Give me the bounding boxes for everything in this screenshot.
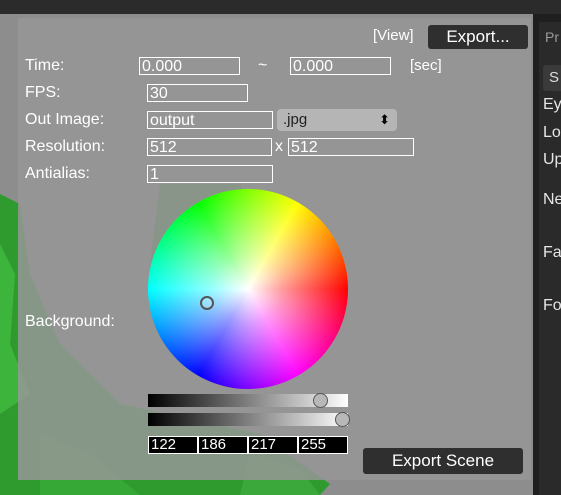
chevron-updown-icon: ⬍ bbox=[379, 112, 390, 127]
format-selected-label: .jpg bbox=[283, 111, 308, 128]
resolution-height-input[interactable]: 512 bbox=[288, 138, 414, 156]
color-wheel-handle[interactable] bbox=[200, 296, 214, 310]
view-label[interactable]: [View] bbox=[373, 27, 414, 44]
export-button[interactable]: Export... bbox=[428, 25, 528, 49]
time-separator: ~ bbox=[258, 57, 268, 74]
color-wheel[interactable] bbox=[148, 189, 348, 389]
properties-panel: Pr S Ey Lo Up Ne Fa Fo bbox=[533, 14, 561, 495]
antialias-label: Antialias: bbox=[25, 165, 90, 182]
title-bar bbox=[0, 0, 561, 14]
properties-button[interactable]: S bbox=[543, 65, 561, 91]
fov-label: Fo bbox=[543, 297, 561, 314]
brightness-slider-knob[interactable] bbox=[312, 393, 328, 408]
fps-input[interactable]: 30 bbox=[147, 84, 248, 102]
up-label: Up bbox=[543, 151, 561, 168]
eye-label: Ey bbox=[543, 96, 561, 113]
alpha-slider-knob[interactable] bbox=[335, 412, 350, 427]
resolution-width-input[interactable]: 512 bbox=[147, 138, 272, 156]
blue-value-input[interactable]: 217 bbox=[248, 436, 298, 454]
background-label: Background: bbox=[25, 313, 115, 330]
export-scene-button[interactable]: Export Scene bbox=[363, 448, 523, 474]
fps-label: FPS: bbox=[25, 84, 61, 101]
resolution-label: Resolution: bbox=[25, 138, 106, 155]
alpha-value-input[interactable]: 255 bbox=[298, 436, 348, 454]
format-select[interactable]: .jpg ⬍ bbox=[277, 109, 397, 131]
look-label: Lo bbox=[543, 124, 561, 141]
antialias-input[interactable]: 1 bbox=[147, 165, 273, 183]
green-value-input[interactable]: 186 bbox=[198, 436, 248, 454]
alpha-slider[interactable] bbox=[148, 413, 348, 426]
resolution-x-label: x bbox=[275, 138, 283, 155]
time-unit-label: [sec] bbox=[410, 57, 442, 74]
near-label: Ne bbox=[543, 191, 561, 208]
red-value-input[interactable]: 122 bbox=[148, 436, 198, 454]
far-label: Fa bbox=[543, 244, 561, 261]
properties-tab[interactable]: Pr bbox=[545, 29, 559, 45]
time-label: Time: bbox=[25, 57, 65, 74]
out-image-label: Out Image: bbox=[25, 111, 105, 128]
time-start-input[interactable]: 0.000 bbox=[139, 57, 240, 75]
out-image-input[interactable]: output bbox=[147, 111, 273, 129]
time-end-input[interactable]: 0.000 bbox=[290, 57, 391, 75]
